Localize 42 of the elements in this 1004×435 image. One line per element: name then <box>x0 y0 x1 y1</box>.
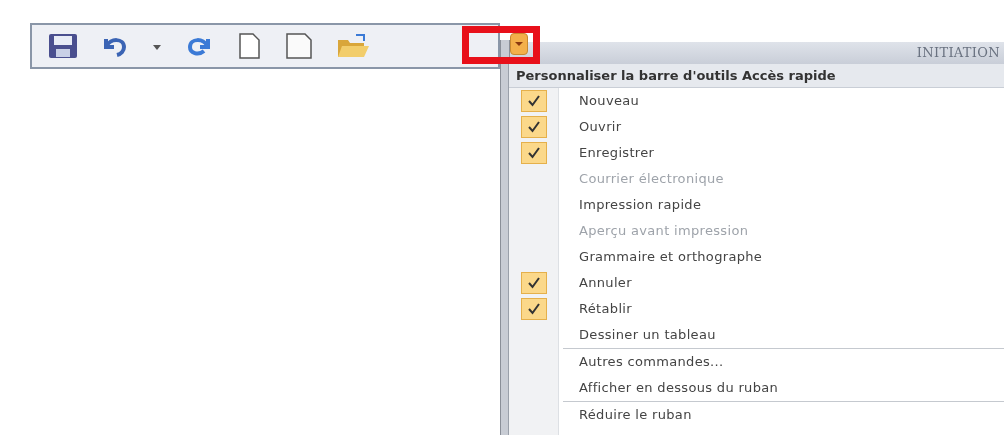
checkbox[interactable] <box>521 298 547 320</box>
menu-item[interactable]: Ouvrir <box>509 114 1004 140</box>
customize-dropdown-button[interactable] <box>510 33 528 55</box>
check-icon <box>528 147 540 159</box>
menu-item-label: Grammaire et orthographe <box>579 248 763 267</box>
menu-item-label: Rétablir <box>579 300 632 319</box>
menu-item-label: Dessiner un tableau <box>579 326 716 345</box>
check-icon <box>528 303 540 315</box>
check-icon <box>528 121 540 133</box>
menu-item-label: Ouvrir <box>579 118 622 137</box>
document-icon[interactable] <box>284 32 314 60</box>
checkbox[interactable] <box>521 272 547 294</box>
menu-item-label: Nouveau <box>579 92 640 111</box>
menu-item[interactable]: Autres commandes... <box>509 349 1004 375</box>
caret-icon <box>515 41 523 47</box>
checkbox[interactable] <box>521 142 547 164</box>
checkbox[interactable] <box>521 116 547 138</box>
checkbox[interactable] <box>521 90 547 112</box>
menu-item-label: Enregistrer <box>579 144 655 163</box>
menu-item[interactable]: Impression rapide <box>509 192 1004 218</box>
menu-item[interactable]: Rétablir <box>509 296 1004 322</box>
menu-item-label: Impression rapide <box>579 196 702 215</box>
save-icon[interactable] <box>48 33 78 59</box>
menu-title: Personnaliser la barre d'outils Accès rapide <box>516 66 836 85</box>
check-icon <box>528 277 540 289</box>
menu-item[interactable]: Annuler <box>509 270 1004 296</box>
folder-icon[interactable] <box>336 32 370 60</box>
menu-item-label: Afficher en dessous du ruban <box>579 379 779 398</box>
menu-item[interactable]: Dessiner un tableau <box>509 322 1004 348</box>
menu-item[interactable]: Grammaire et orthographe <box>509 244 1004 270</box>
menu-item-label: Aperçu avant impression <box>579 222 749 241</box>
menu-item-label: Courrier électronique <box>579 170 724 189</box>
menu-item-label: Réduire le ruban <box>579 406 692 425</box>
window-title: INITIATION <box>916 44 1000 63</box>
menu-item[interactable]: Afficher en dessous du ruban <box>509 375 1004 401</box>
menu-item[interactable]: Réduire le ruban <box>509 402 1004 428</box>
menu-item[interactable]: Nouveau <box>509 88 1004 114</box>
menu-item-label: Autres commandes... <box>579 353 724 372</box>
menu-item-label: Annuler <box>579 274 632 293</box>
menu-item[interactable]: Enregistrer <box>509 140 1004 166</box>
check-icon <box>528 95 540 107</box>
document-icon[interactable] <box>236 32 262 60</box>
